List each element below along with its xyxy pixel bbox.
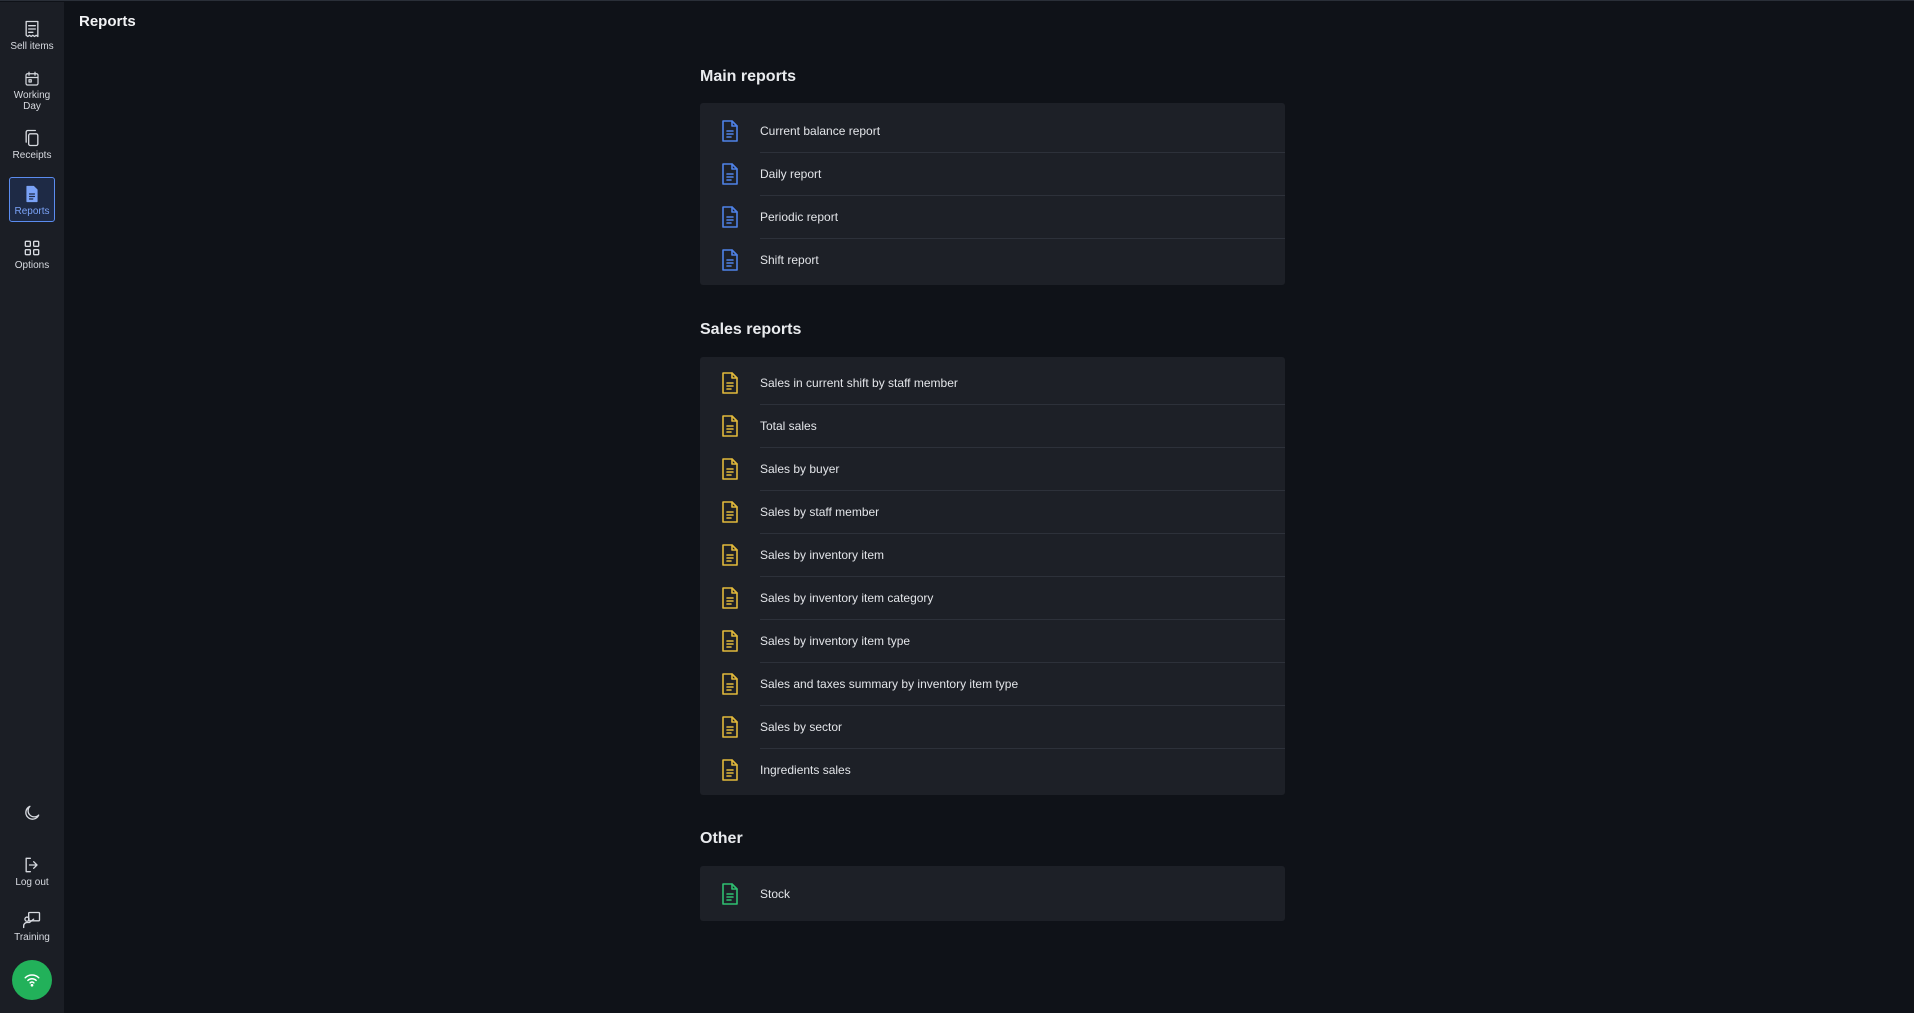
calendar-icon <box>25 71 39 86</box>
report-shift[interactable]: Shift report <box>700 238 1285 281</box>
theme-toggle-button[interactable] <box>9 797 55 827</box>
grid-icon <box>24 240 40 256</box>
sidebar-item-label: Receipts <box>12 150 52 161</box>
copy-icon <box>25 129 39 147</box>
sidebar-item-working-day[interactable]: Working Day <box>9 64 55 112</box>
section-title-main-reports: Main reports <box>700 68 797 85</box>
report-sales-by-item-category[interactable]: Sales by inventory item category <box>700 576 1285 619</box>
document-icon <box>722 119 738 142</box>
document-icon <box>722 248 738 271</box>
document-icon <box>722 414 738 437</box>
app-window: Sell items Working Day Receipts Reports <box>0 0 1914 1013</box>
sidebar-item-label: Training <box>14 932 50 943</box>
sidebar-item-label: Reports <box>14 206 50 217</box>
wifi-icon <box>24 974 40 987</box>
report-sales-taxes-summary[interactable]: Sales and taxes summary by inventory ite… <box>700 662 1285 705</box>
document-icon <box>722 500 738 523</box>
report-label: Sales and taxes summary by inventory ite… <box>760 676 1019 691</box>
report-label: Sales by inventory item type <box>760 633 911 648</box>
sidebar-item-label: Log out <box>15 877 49 888</box>
report-sales-by-item-type[interactable]: Sales by inventory item type <box>700 619 1285 662</box>
report-sales-by-sector[interactable]: Sales by sector <box>700 705 1285 748</box>
document-icon <box>722 205 738 228</box>
page-title: Reports <box>79 13 136 30</box>
report-label: Stock <box>760 886 791 901</box>
document-icon <box>722 371 738 394</box>
report-sales-current-shift-staff[interactable]: Sales in current shift by staff member <box>700 361 1285 404</box>
document-icon <box>722 586 738 609</box>
other-reports-list: Stock <box>700 866 1285 921</box>
main-reports-list: Current balance report Daily report Peri… <box>700 103 1285 285</box>
report-total-sales[interactable]: Total sales <box>700 404 1285 447</box>
document-icon <box>722 543 738 566</box>
report-daily[interactable]: Daily report <box>700 152 1285 195</box>
training-icon <box>23 911 41 929</box>
document-icon <box>722 457 738 480</box>
document-icon <box>722 629 738 652</box>
report-label: Current balance report <box>760 123 881 138</box>
report-label: Sales by inventory item <box>760 547 885 562</box>
sidebar-item-label: Working Day <box>13 90 51 112</box>
sidebar-item-reports[interactable]: Reports <box>9 177 55 222</box>
report-sales-by-buyer[interactable]: Sales by buyer <box>700 447 1285 490</box>
document-icon <box>722 672 738 695</box>
sidebar-item-receipts[interactable]: Receipts <box>9 122 55 162</box>
report-current-balance[interactable]: Current balance report <box>700 109 1285 152</box>
report-label: Sales in current shift by staff member <box>760 375 958 390</box>
log-out-button[interactable]: Log out <box>9 849 55 889</box>
moon-icon <box>25 805 40 820</box>
report-ingredients-sales[interactable]: Ingredients sales <box>700 748 1285 791</box>
connection-status-button[interactable] <box>12 960 52 1000</box>
document-icon <box>722 882 738 905</box>
sidebar: Sell items Working Day Receipts Reports <box>0 2 64 1013</box>
sidebar-item-sell-items[interactable]: Sell items <box>9 13 55 53</box>
sidebar-item-label: Sell items <box>10 41 54 52</box>
sidebar-item-options[interactable]: Options <box>9 232 55 272</box>
document-icon <box>722 162 738 185</box>
document-icon <box>722 758 738 781</box>
file-text-icon <box>26 185 38 203</box>
report-label: Sales by staff member <box>760 504 880 519</box>
section-title-other: Other <box>700 830 743 847</box>
report-label: Sales by sector <box>760 719 843 734</box>
report-label: Periodic report <box>760 209 839 224</box>
sales-reports-list: Sales in current shift by staff member T… <box>700 357 1285 795</box>
log-out-icon <box>25 857 38 873</box>
report-label: Sales by buyer <box>760 461 840 476</box>
report-label: Daily report <box>760 166 822 181</box>
report-sales-by-staff[interactable]: Sales by staff member <box>700 490 1285 533</box>
document-icon <box>722 715 738 738</box>
report-label: Sales by inventory item category <box>760 590 934 605</box>
report-periodic[interactable]: Periodic report <box>700 195 1285 238</box>
section-title-sales-reports: Sales reports <box>700 321 802 338</box>
report-label: Ingredients sales <box>760 762 851 777</box>
sidebar-item-label: Options <box>14 260 50 271</box>
receipt-list-icon <box>25 20 39 38</box>
report-label: Total sales <box>760 418 817 433</box>
report-label: Shift report <box>760 252 819 267</box>
report-stock[interactable]: Stock <box>700 872 1285 915</box>
report-sales-by-inventory-item[interactable]: Sales by inventory item <box>700 533 1285 576</box>
training-button[interactable]: Training <box>9 904 55 944</box>
